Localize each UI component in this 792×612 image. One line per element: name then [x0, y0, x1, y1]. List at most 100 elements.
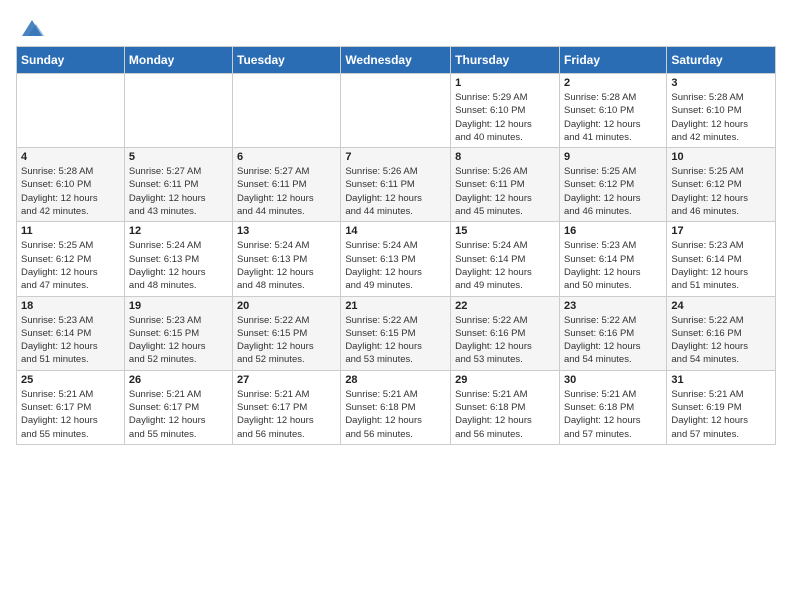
day-number: 20 — [237, 300, 336, 312]
day-info: Sunrise: 5:21 AMSunset: 6:17 PMDaylight:… — [237, 388, 336, 441]
day-info: Sunrise: 5:27 AMSunset: 6:11 PMDaylight:… — [237, 165, 336, 218]
day-info: Sunrise: 5:26 AMSunset: 6:11 PMDaylight:… — [345, 165, 446, 218]
calendar-cell: 25Sunrise: 5:21 AMSunset: 6:17 PMDayligh… — [17, 370, 125, 444]
day-info: Sunrise: 5:24 AMSunset: 6:13 PMDaylight:… — [237, 239, 336, 292]
calendar-cell: 6 Sunrise: 5:27 AMSunset: 6:11 PMDaylight… — [233, 148, 341, 222]
calendar-cell — [341, 74, 451, 148]
day-info: Sunrise: 5:27 AMSunset: 6:11 PMDaylight:… — [129, 165, 228, 218]
calendar-cell: 5 Sunrise: 5:27 AMSunset: 6:11 PMDaylight… — [124, 148, 232, 222]
day-number: 22 — [455, 300, 555, 312]
day-number: 14 — [345, 225, 446, 237]
day-number: 28 — [345, 374, 446, 386]
day-number: 1 — [455, 77, 555, 89]
day-number: 31 — [671, 374, 771, 386]
day-number: 29 — [455, 374, 555, 386]
day-info: Sunrise: 5:23 AMSunset: 6:15 PMDaylight:… — [129, 314, 228, 367]
day-info: Sunrise: 5:23 AMSunset: 6:14 PMDaylight:… — [21, 314, 120, 367]
calendar-cell: 13 Sunrise: 5:24 AMSunset: 6:13 PMDayligh… — [233, 222, 341, 296]
page-header — [16, 16, 776, 36]
day-number: 3 — [671, 77, 771, 89]
calendar-cell: 29 Sunrise: 5:21 AMSunset: 6:18 PMDayligh… — [451, 370, 560, 444]
calendar-cell: 1 Sunrise: 5:29 AMSunset: 6:10 PMDaylight… — [451, 74, 560, 148]
calendar-cell: 17 Sunrise: 5:23 AMSunset: 6:14 PMDayligh… — [667, 222, 776, 296]
day-number: 23 — [564, 300, 662, 312]
day-info: Sunrise: 5:21 AMSunset: 6:17 PMDaylight:… — [129, 388, 228, 441]
day-number: 6 — [237, 151, 336, 163]
calendar-cell: 3Sunrise: 5:28 AMSunset: 6:10 PMDaylight… — [667, 74, 776, 148]
weekday-header-friday: Friday — [559, 47, 666, 74]
day-number: 5 — [129, 151, 228, 163]
calendar-cell: 30Sunrise: 5:21 AMSunset: 6:18 PMDayligh… — [559, 370, 666, 444]
day-number: 2 — [564, 77, 662, 89]
calendar-week-row: 1 Sunrise: 5:29 AMSunset: 6:10 PMDaylight… — [17, 74, 776, 148]
day-number: 24 — [671, 300, 771, 312]
calendar-cell: 7 Sunrise: 5:26 AMSunset: 6:11 PMDaylight… — [341, 148, 451, 222]
weekday-header-sunday: Sunday — [17, 47, 125, 74]
calendar-table: SundayMondayTuesdayWednesdayThursdayFrid… — [16, 46, 776, 445]
day-number: 16 — [564, 225, 662, 237]
calendar-cell: 9 Sunrise: 5:25 AMSunset: 6:12 PMDaylight… — [559, 148, 666, 222]
day-info: Sunrise: 5:21 AMSunset: 6:18 PMDaylight:… — [455, 388, 555, 441]
day-number: 9 — [564, 151, 662, 163]
day-number: 15 — [455, 225, 555, 237]
day-info: Sunrise: 5:25 AMSunset: 6:12 PMDaylight:… — [564, 165, 662, 218]
calendar-cell: 16 Sunrise: 5:23 AMSunset: 6:14 PMDayligh… — [559, 222, 666, 296]
day-number: 21 — [345, 300, 446, 312]
calendar-cell: 23 Sunrise: 5:22 AMSunset: 6:16 PMDayligh… — [559, 296, 666, 370]
day-info: Sunrise: 5:29 AMSunset: 6:10 PMDaylight:… — [455, 91, 555, 144]
calendar-cell — [233, 74, 341, 148]
day-number: 30 — [564, 374, 662, 386]
calendar-cell: 19 Sunrise: 5:23 AMSunset: 6:15 PMDayligh… — [124, 296, 232, 370]
day-number: 27 — [237, 374, 336, 386]
calendar-cell: 18Sunrise: 5:23 AMSunset: 6:14 PMDayligh… — [17, 296, 125, 370]
calendar-cell: 12 Sunrise: 5:24 AMSunset: 6:13 PMDayligh… — [124, 222, 232, 296]
day-info: Sunrise: 5:21 AMSunset: 6:19 PMDaylight:… — [671, 388, 771, 441]
day-number: 10 — [671, 151, 771, 163]
day-info: Sunrise: 5:22 AMSunset: 6:15 PMDaylight:… — [237, 314, 336, 367]
day-info: Sunrise: 5:23 AMSunset: 6:14 PMDaylight:… — [671, 239, 771, 292]
calendar-cell: 15 Sunrise: 5:24 AMSunset: 6:14 PMDayligh… — [451, 222, 560, 296]
logo-icon — [18, 16, 46, 40]
calendar-cell — [124, 74, 232, 148]
day-number: 17 — [671, 225, 771, 237]
day-number: 26 — [129, 374, 228, 386]
calendar-cell: 14 Sunrise: 5:24 AMSunset: 6:13 PMDayligh… — [341, 222, 451, 296]
calendar-cell: 28 Sunrise: 5:21 AMSunset: 6:18 PMDayligh… — [341, 370, 451, 444]
weekday-header-monday: Monday — [124, 47, 232, 74]
day-info: Sunrise: 5:28 AMSunset: 6:10 PMDaylight:… — [21, 165, 120, 218]
day-number: 4 — [21, 151, 120, 163]
calendar-week-row: 25Sunrise: 5:21 AMSunset: 6:17 PMDayligh… — [17, 370, 776, 444]
day-info: Sunrise: 5:23 AMSunset: 6:14 PMDaylight:… — [564, 239, 662, 292]
day-info: Sunrise: 5:22 AMSunset: 6:15 PMDaylight:… — [345, 314, 446, 367]
day-number: 11 — [21, 225, 120, 237]
calendar-cell: 8 Sunrise: 5:26 AMSunset: 6:11 PMDaylight… — [451, 148, 560, 222]
day-number: 13 — [237, 225, 336, 237]
calendar-cell: 11Sunrise: 5:25 AMSunset: 6:12 PMDayligh… — [17, 222, 125, 296]
calendar-cell: 27 Sunrise: 5:21 AMSunset: 6:17 PMDayligh… — [233, 370, 341, 444]
day-info: Sunrise: 5:24 AMSunset: 6:14 PMDaylight:… — [455, 239, 555, 292]
weekday-header-tuesday: Tuesday — [233, 47, 341, 74]
day-info: Sunrise: 5:26 AMSunset: 6:11 PMDaylight:… — [455, 165, 555, 218]
calendar-cell: 10 Sunrise: 5:25 AMSunset: 6:12 PMDayligh… — [667, 148, 776, 222]
calendar-cell: 2 Sunrise: 5:28 AMSunset: 6:10 PMDaylight… — [559, 74, 666, 148]
day-info: Sunrise: 5:24 AMSunset: 6:13 PMDaylight:… — [345, 239, 446, 292]
calendar-cell: 4 Sunrise: 5:28 AMSunset: 6:10 PMDaylight… — [17, 148, 125, 222]
calendar-cell: 20 Sunrise: 5:22 AMSunset: 6:15 PMDayligh… — [233, 296, 341, 370]
calendar-week-row: 4 Sunrise: 5:28 AMSunset: 6:10 PMDaylight… — [17, 148, 776, 222]
weekday-header-saturday: Saturday — [667, 47, 776, 74]
weekday-header-thursday: Thursday — [451, 47, 560, 74]
day-info: Sunrise: 5:21 AMSunset: 6:18 PMDaylight:… — [345, 388, 446, 441]
day-info: Sunrise: 5:25 AMSunset: 6:12 PMDaylight:… — [671, 165, 771, 218]
day-info: Sunrise: 5:24 AMSunset: 6:13 PMDaylight:… — [129, 239, 228, 292]
day-number: 12 — [129, 225, 228, 237]
day-info: Sunrise: 5:28 AMSunset: 6:10 PMDaylight:… — [564, 91, 662, 144]
logo — [16, 16, 46, 36]
day-info: Sunrise: 5:22 AMSunset: 6:16 PMDaylight:… — [455, 314, 555, 367]
day-number: 8 — [455, 151, 555, 163]
calendar-week-row: 11Sunrise: 5:25 AMSunset: 6:12 PMDayligh… — [17, 222, 776, 296]
day-number: 19 — [129, 300, 228, 312]
day-number: 7 — [345, 151, 446, 163]
day-info: Sunrise: 5:22 AMSunset: 6:16 PMDaylight:… — [564, 314, 662, 367]
calendar-cell: 21 Sunrise: 5:22 AMSunset: 6:15 PMDayligh… — [341, 296, 451, 370]
calendar-cell: 31 Sunrise: 5:21 AMSunset: 6:19 PMDayligh… — [667, 370, 776, 444]
